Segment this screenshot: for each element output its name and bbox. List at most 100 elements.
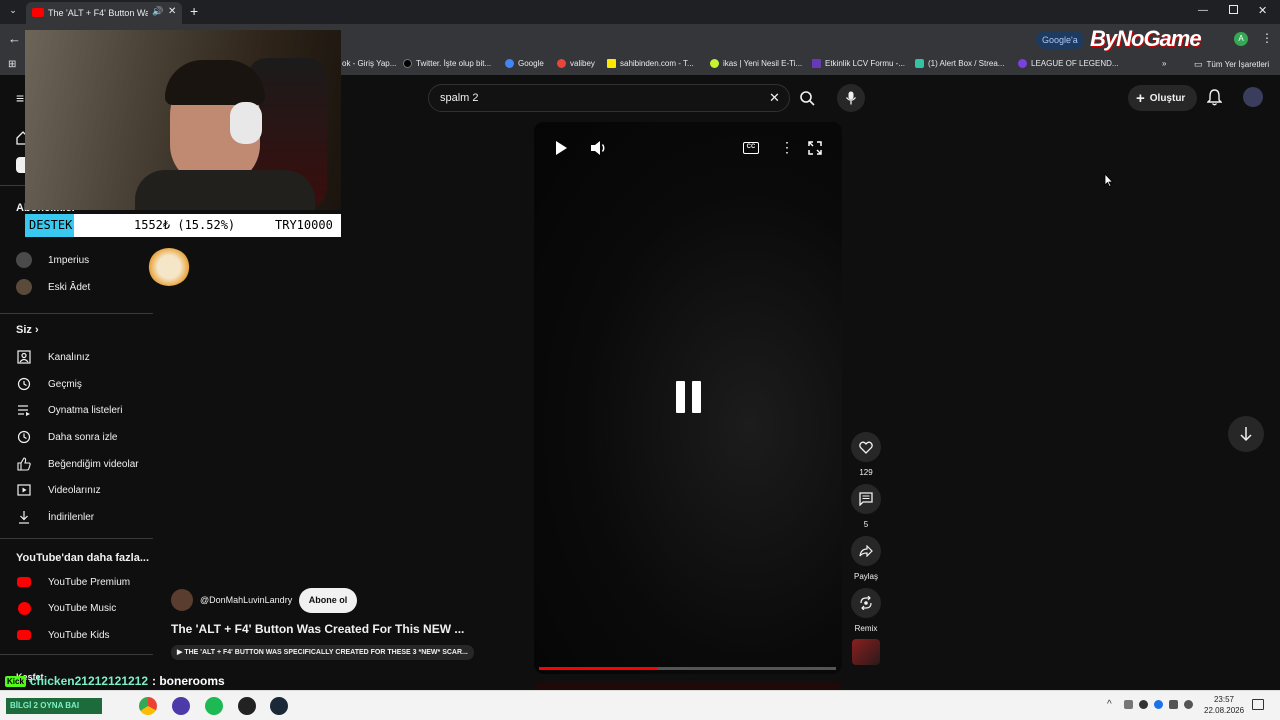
new-tab-button[interactable]: +	[190, 3, 198, 19]
bookmarks-overflow-icon[interactable]: »	[1162, 59, 1166, 68]
like-count: 129	[859, 468, 873, 477]
heart-icon	[859, 441, 873, 454]
bookmark-item[interactable]: (1) Alert Box / Strea...	[915, 59, 1004, 68]
sidebar-item-downloads[interactable]: İndirilenler	[16, 507, 94, 527]
bookmark-item[interactable]: LEAGUE OF LEGEND...	[1018, 59, 1119, 68]
all-bookmarks-button[interactable]: ▭ Tüm Yer İşaretleri	[1194, 59, 1269, 70]
spotify-app-icon[interactable]	[205, 697, 223, 715]
sidebar-item-playlists[interactable]: Oynatma listeleri	[16, 400, 122, 420]
tab-list-icon[interactable]: ⌄	[6, 5, 20, 19]
share-action[interactable]: Paylaş	[851, 536, 881, 581]
network-icon[interactable]	[1124, 700, 1133, 709]
remix-button[interactable]	[851, 588, 881, 618]
share-button[interactable]	[851, 536, 881, 566]
sidebar-item-label: Kanalınız	[48, 351, 90, 363]
account-avatar[interactable]	[1243, 87, 1263, 107]
subscribe-button[interactable]: Abone ol	[299, 588, 357, 613]
browser-tab[interactable]: The 'ALT + F4' Button Was C 🔊 ✕	[26, 2, 182, 24]
sidebar-item-subscription[interactable]: 1mperius	[16, 250, 89, 270]
notifications-button[interactable]	[1206, 89, 1223, 111]
notification-center-icon[interactable]	[1252, 699, 1264, 710]
sidebar-item-history[interactable]: Geçmiş	[16, 374, 82, 394]
channel-avatar	[16, 279, 32, 295]
bookmark-item[interactable]: sahibinden.com - T...	[607, 59, 694, 68]
like-button[interactable]	[851, 432, 881, 462]
sidebar-item-label: 1mperius	[48, 254, 90, 266]
remix-action[interactable]: Remix	[851, 588, 881, 633]
sahibinden-icon	[607, 59, 616, 68]
back-arrow-icon[interactable]: ←	[8, 31, 21, 46]
bookmark-item[interactable]: Etkinlik LCV Formu -...	[812, 59, 905, 68]
sidebar-divider	[0, 654, 153, 655]
comment-button[interactable]	[851, 484, 881, 514]
chat-message-overlay: Kick chicken21212121212 : bonerooms	[5, 674, 225, 688]
display-icon[interactable]	[1169, 700, 1178, 709]
captions-icon[interactable]: CC	[743, 142, 759, 154]
microphone-icon[interactable]	[1139, 700, 1148, 709]
apps-grid-icon[interactable]: ⊞	[8, 59, 16, 70]
fullscreen-button[interactable]	[808, 141, 822, 160]
google-lens-chip[interactable]: Google'a	[1036, 31, 1084, 49]
clock[interactable]: 23:57 22.08.2026	[1204, 694, 1244, 716]
next-short-button[interactable]	[1228, 416, 1264, 452]
tab-close-icon[interactable]: ✕	[168, 6, 176, 17]
hamburger-menu-icon[interactable]: ≡	[16, 90, 24, 106]
microphone-icon	[845, 91, 857, 105]
channel-handle[interactable]: @DonMahLuvinLandry	[200, 595, 292, 605]
like-action[interactable]: 129	[851, 432, 881, 477]
chrome-app-icon[interactable]	[139, 697, 157, 715]
bynogame-watermark: ByNoGame	[1090, 26, 1202, 51]
sidebar-item-label: İndirilenler	[48, 511, 95, 523]
sidebar-item-watch-later[interactable]: Daha sonra izle	[16, 427, 117, 447]
discord-app-icon[interactable]	[172, 697, 190, 715]
video-progress-bar[interactable]	[539, 667, 836, 670]
forms-icon	[812, 59, 821, 68]
app-tray-icon[interactable]	[1154, 700, 1163, 709]
play-button[interactable]	[554, 140, 568, 161]
create-button[interactable]: + Oluştur	[1128, 85, 1197, 111]
system-tray-icons[interactable]	[1124, 700, 1204, 712]
share-label: Paylaş	[853, 572, 878, 581]
restore-icon[interactable]	[1229, 5, 1238, 14]
sidebar-item-subscription[interactable]: Eski Âdet	[16, 277, 90, 297]
audio-thumbnail[interactable]	[852, 639, 880, 665]
short-video-player[interactable]: CC ⋮	[534, 122, 842, 674]
more-options-icon[interactable]: ⋮	[780, 139, 794, 156]
comment-action[interactable]: 5	[851, 484, 881, 529]
sidebar-item-your-channel[interactable]: Kanalınız	[16, 347, 90, 367]
steam-app-icon[interactable]	[270, 697, 288, 715]
clock-icon	[16, 429, 32, 445]
speaker-icon[interactable]: 🔊	[152, 6, 163, 17]
donation-amount: 1552₺ (15.52%)	[134, 218, 236, 232]
search-box[interactable]: spalm 2 ✕	[428, 84, 790, 112]
clear-search-icon[interactable]: ✕	[769, 90, 780, 106]
sidebar-item-youtube-kids[interactable]: YouTube Kids	[16, 625, 110, 645]
bookmark-label: sahibinden.com - T...	[620, 59, 694, 68]
sidebar-item-your-videos[interactable]: Videolarınız	[16, 480, 101, 500]
you-heading[interactable]: Siz ›	[16, 324, 39, 336]
bookmark-item[interactable]: valibey	[557, 59, 595, 68]
profile-avatar[interactable]: A	[1234, 32, 1248, 46]
voice-search-button[interactable]	[837, 84, 865, 112]
bookmark-item[interactable]: Twitter. İşte olup bit...	[403, 59, 491, 68]
bookmark-item[interactable]: Google	[505, 59, 544, 68]
bookmark-item[interactable]: ikas | Yeni Nesil E-Ti...	[710, 59, 802, 68]
sidebar-item-youtube-music[interactable]: YouTube Music	[16, 598, 116, 618]
obs-app-icon[interactable]	[238, 697, 256, 715]
tray-overflow-icon[interactable]: ^	[1107, 699, 1112, 710]
channel-avatar[interactable]	[171, 589, 193, 611]
sidebar-divider	[0, 313, 153, 314]
related-video-chip[interactable]: ▶ THE 'ALT + F4' BUTTON WAS SPECIFICALLY…	[171, 645, 474, 660]
donation-goal-bar: DESTEK 1552₺ (15.52%) TRY10000	[25, 214, 341, 237]
browser-menu-icon[interactable]: ⋮	[1261, 31, 1273, 45]
search-input[interactable]: spalm 2	[440, 92, 479, 104]
minimize-icon[interactable]: —	[1198, 5, 1208, 16]
sidebar-item-liked-videos[interactable]: Beğendiğim videolar	[16, 454, 139, 474]
bookmark-item[interactable]: ok - Giriş Yap...	[342, 59, 396, 68]
volume-button[interactable]	[590, 140, 608, 161]
search-button[interactable]	[793, 84, 821, 112]
speaker-icon[interactable]	[1184, 700, 1193, 709]
sidebar-item-youtube-premium[interactable]: YouTube Premium	[16, 572, 130, 592]
window-close-icon[interactable]: ✕	[1258, 4, 1267, 17]
short-title[interactable]: The 'ALT + F4' Button Was Created For Th…	[171, 622, 464, 636]
